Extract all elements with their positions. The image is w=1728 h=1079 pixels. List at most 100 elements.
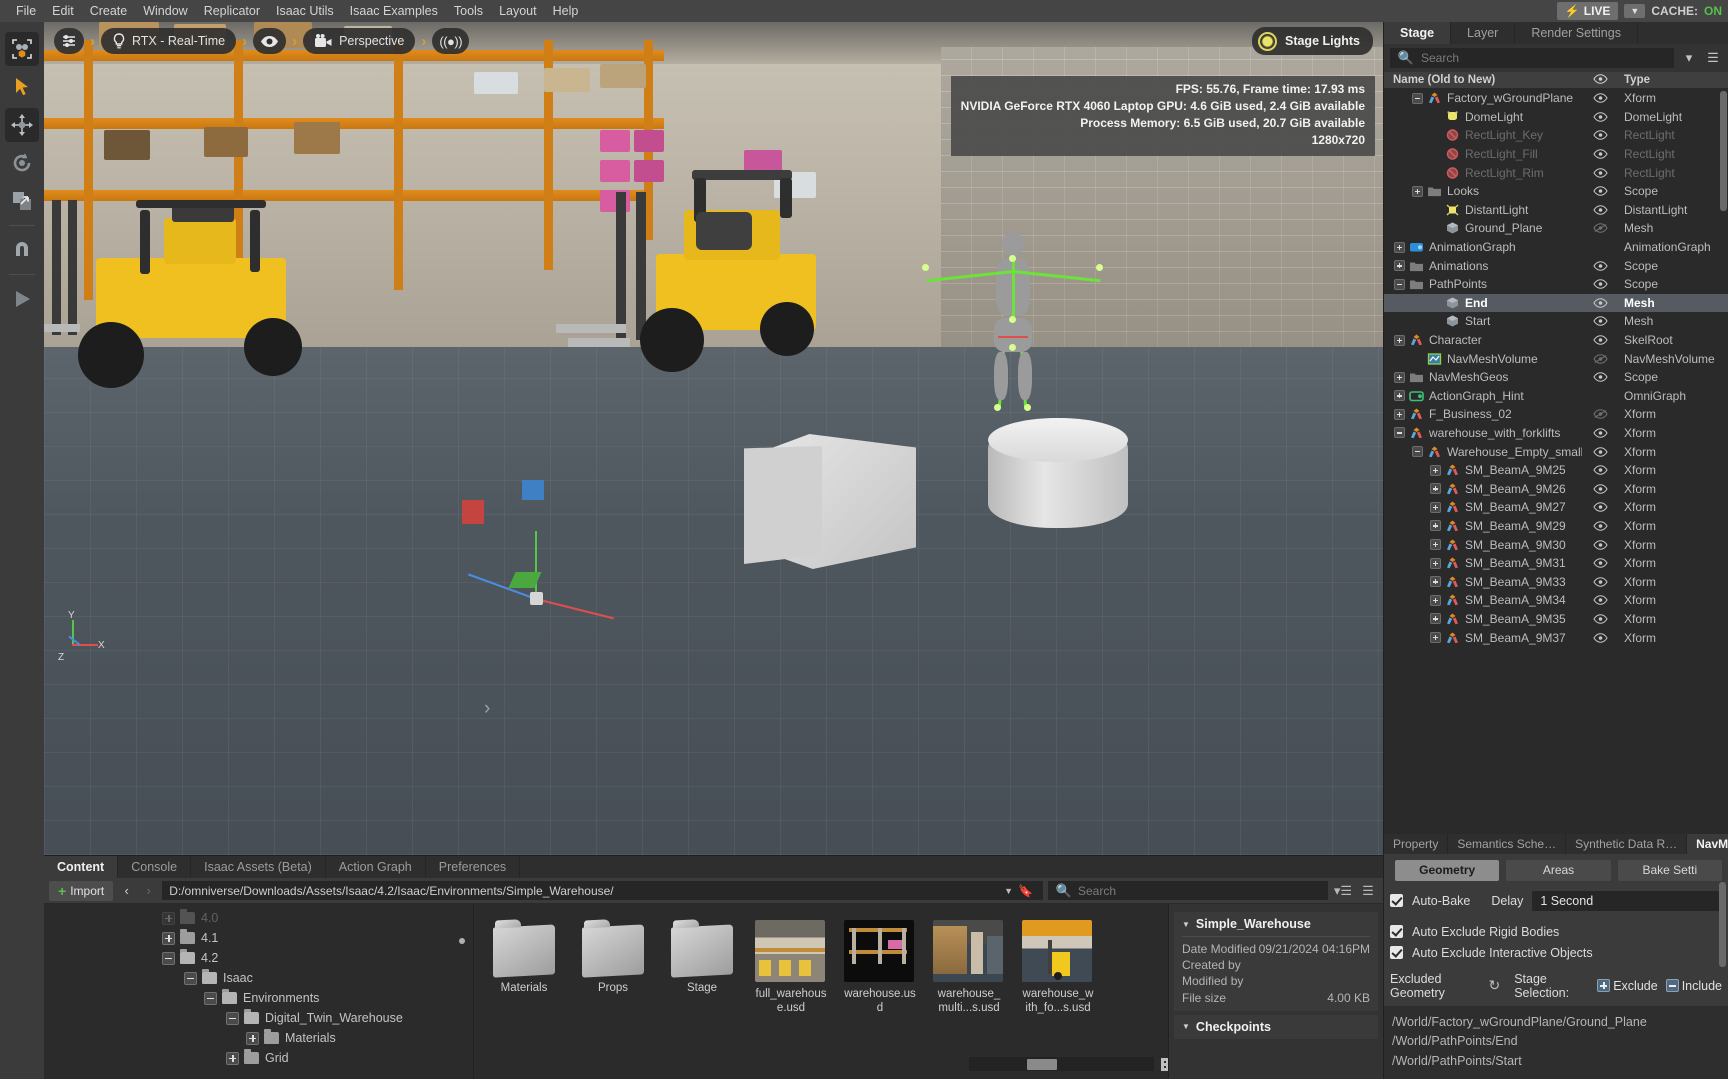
expand-toggle[interactable] — [1430, 632, 1441, 644]
rotate-tool[interactable] — [5, 146, 39, 180]
stage-tree-row[interactable]: F_Business_02 Xform — [1384, 405, 1728, 424]
folder-row[interactable]: Grid — [44, 1048, 473, 1068]
viewport[interactable]: Y X Z › › RTX - Real-Time › › Perspectiv… — [44, 22, 1383, 855]
stage-tree-row[interactable]: SM_BeamA_9M33 Xform — [1384, 572, 1728, 591]
folder-row[interactable]: Materials — [44, 1028, 473, 1048]
visibility-toggle-icon[interactable] — [1582, 260, 1618, 271]
asset-grid[interactable]: Materials Props Stage full_warehouse.usd… — [474, 904, 1168, 1079]
grid-view-icon[interactable] — [1161, 1057, 1168, 1071]
stage-tree-row[interactable]: RectLight_Key RectLight — [1384, 126, 1728, 145]
excluded-item[interactable]: /World/PathPoints/End — [1392, 1032, 1720, 1051]
chevron-down-icon[interactable]: ▼ — [1004, 886, 1013, 896]
asset-item[interactable]: warehouse_with_fo...s.usd — [1022, 920, 1094, 1016]
expand-toggle[interactable] — [1394, 390, 1405, 402]
select-mode-tool[interactable] — [5, 32, 39, 66]
detail-header[interactable]: ▼ Simple_Warehouse — [1182, 917, 1370, 931]
visibility-toggle-icon[interactable] — [1582, 465, 1618, 475]
nav-back-button[interactable]: ‹ — [118, 883, 135, 898]
expand-toggle[interactable] — [1412, 185, 1423, 197]
expand-toggle[interactable] — [1430, 576, 1441, 588]
checkpoints-header[interactable]: ▼ Checkpoints — [1182, 1020, 1370, 1034]
visibility-toggle-icon[interactable] — [1582, 298, 1618, 308]
folder-row[interactable]: 4.2 — [44, 948, 473, 968]
expand-toggle[interactable] — [226, 1051, 239, 1065]
live-dropdown-button[interactable]: ▼ — [1624, 4, 1646, 18]
expand-toggle[interactable] — [1430, 520, 1441, 532]
nav-forward-button[interactable]: › — [140, 883, 157, 898]
navmesh-scrollbar[interactable] — [1719, 881, 1726, 967]
excluded-geometry-list[interactable]: /World/Factory_wGroundPlane/Ground_Plane… — [1384, 1005, 1728, 1079]
visibility-toggle-icon[interactable] — [1582, 353, 1618, 364]
visibility-toggle-icon[interactable] — [1582, 409, 1618, 420]
menu-create[interactable]: Create — [82, 2, 136, 20]
asset-item[interactable]: full_warehouse.usd — [755, 920, 827, 1016]
visibility-toggle-icon[interactable] — [1582, 428, 1618, 438]
visibility-toggle-icon[interactable] — [1582, 186, 1618, 196]
expand-toggle[interactable] — [1430, 539, 1441, 551]
play-tool[interactable] — [5, 282, 39, 316]
visibility-toggle-icon[interactable] — [1582, 502, 1618, 513]
stage-search-input[interactable]: 🔍 Search — [1390, 48, 1674, 68]
menu-file[interactable]: File — [8, 2, 44, 20]
menu-edit[interactable]: Edit — [44, 2, 82, 20]
segment-bake-settings[interactable]: Bake Setti — [1617, 859, 1722, 881]
excluded-item[interactable]: /World/Factory_wGroundPlane/Ground_Plane — [1392, 1013, 1720, 1032]
path-input[interactable]: D:/omniverse/Downloads/Assets/Isaac/4.2/… — [162, 881, 1043, 900]
visibility-toggle-icon[interactable] — [1582, 632, 1618, 643]
stage-tree-row[interactable]: Warehouse_Empty_small_re… Xform — [1384, 442, 1728, 461]
auto-exclude-interactive-checkbox[interactable] — [1390, 946, 1403, 960]
exclude-button[interactable]: Exclude — [1597, 979, 1658, 993]
excluded-item[interactable]: /World/PathPoints/Start — [1392, 1052, 1720, 1071]
tab-action-graph[interactable]: Action Graph — [326, 856, 426, 878]
stage-tree-row[interactable]: NavMeshVolume NavMeshVolume — [1384, 349, 1728, 368]
collapse-toggle[interactable] — [1394, 278, 1405, 290]
stage-tree-row[interactable]: SM_BeamA_9M29 Xform — [1384, 517, 1728, 536]
stage-tree-row[interactable]: AnimationGraph AnimationGraph — [1384, 238, 1728, 257]
collapse-toggle[interactable] — [1412, 446, 1423, 458]
cursor-tool[interactable] — [5, 70, 39, 104]
stage-tree-row[interactable]: SM_BeamA_9M30 Xform — [1384, 535, 1728, 554]
stage-tree-row[interactable]: warehouse_with_forklifts Xform — [1384, 424, 1728, 443]
visibility-toggle-icon[interactable] — [1582, 112, 1618, 122]
collapse-toggle[interactable] — [162, 951, 175, 965]
stage-tree-row[interactable]: SM_BeamA_9M26 Xform — [1384, 479, 1728, 498]
expand-toggle[interactable] — [162, 931, 175, 945]
stage-tree-row[interactable]: ActionGraph_Hint OmniGraph — [1384, 387, 1728, 406]
expand-toggle[interactable] — [1430, 613, 1441, 625]
expand-toggle[interactable] — [1394, 408, 1405, 420]
expand-toggle[interactable] — [246, 1031, 259, 1045]
tab-stage[interactable]: Stage — [1384, 22, 1452, 44]
stage-tree-row[interactable]: Factory_wGroundPlane Xform — [1384, 89, 1728, 108]
visibility-toggle-icon[interactable] — [1582, 484, 1618, 494]
expand-toggle[interactable] — [1430, 594, 1441, 606]
camera-selector[interactable]: Perspective — [303, 28, 416, 54]
tab-synthetic-data[interactable]: Synthetic Data R… — [1566, 833, 1688, 854]
hamburger-icon[interactable]: ☰ — [1704, 50, 1722, 66]
visibility-toggle-icon[interactable] — [1582, 335, 1618, 345]
column-type[interactable]: Type — [1618, 74, 1728, 86]
live-button[interactable]: ⚡ LIVE — [1556, 2, 1619, 20]
stage-tree-scrollbar[interactable] — [1720, 91, 1727, 211]
visibility-toggle-icon[interactable] — [1582, 446, 1618, 457]
folder-row[interactable]: Environments — [44, 988, 473, 1008]
asset-item[interactable]: warehouse_multi...s.usd — [933, 920, 1005, 1016]
collapse-toggle[interactable] — [204, 991, 217, 1005]
expand-toggle[interactable] — [162, 911, 175, 925]
bookmark-icon[interactable]: 🔖 — [1018, 884, 1033, 898]
menu-help[interactable]: Help — [545, 2, 587, 20]
stage-tree[interactable]: Factory_wGroundPlane Xform DomeLight DomeLi… — [1384, 89, 1728, 834]
visibility-toggle-icon[interactable] — [1582, 149, 1618, 159]
stage-tree-row[interactable]: SM_BeamA_9M31 Xform — [1384, 554, 1728, 573]
visibility-toggle-icon[interactable] — [1582, 279, 1618, 289]
segment-areas[interactable]: Areas — [1506, 859, 1611, 881]
move-tool[interactable] — [5, 108, 39, 142]
visibility-toggle-icon[interactable] — [1582, 595, 1618, 606]
folder-row[interactable]: 4.0 — [44, 908, 473, 928]
visibility-toggle-icon[interactable] — [1582, 205, 1618, 215]
expand-toggle[interactable] — [1430, 464, 1441, 476]
visibility-toggle-icon[interactable] — [1582, 93, 1618, 104]
collapse-toggle[interactable] — [1394, 427, 1405, 439]
content-options-icon[interactable]: ☰ — [1358, 883, 1378, 899]
snap-tool[interactable] — [5, 233, 39, 267]
folder-tree[interactable]: 4.0 4.1 4.2 Isaac Environments Digital_T… — [44, 904, 474, 1079]
